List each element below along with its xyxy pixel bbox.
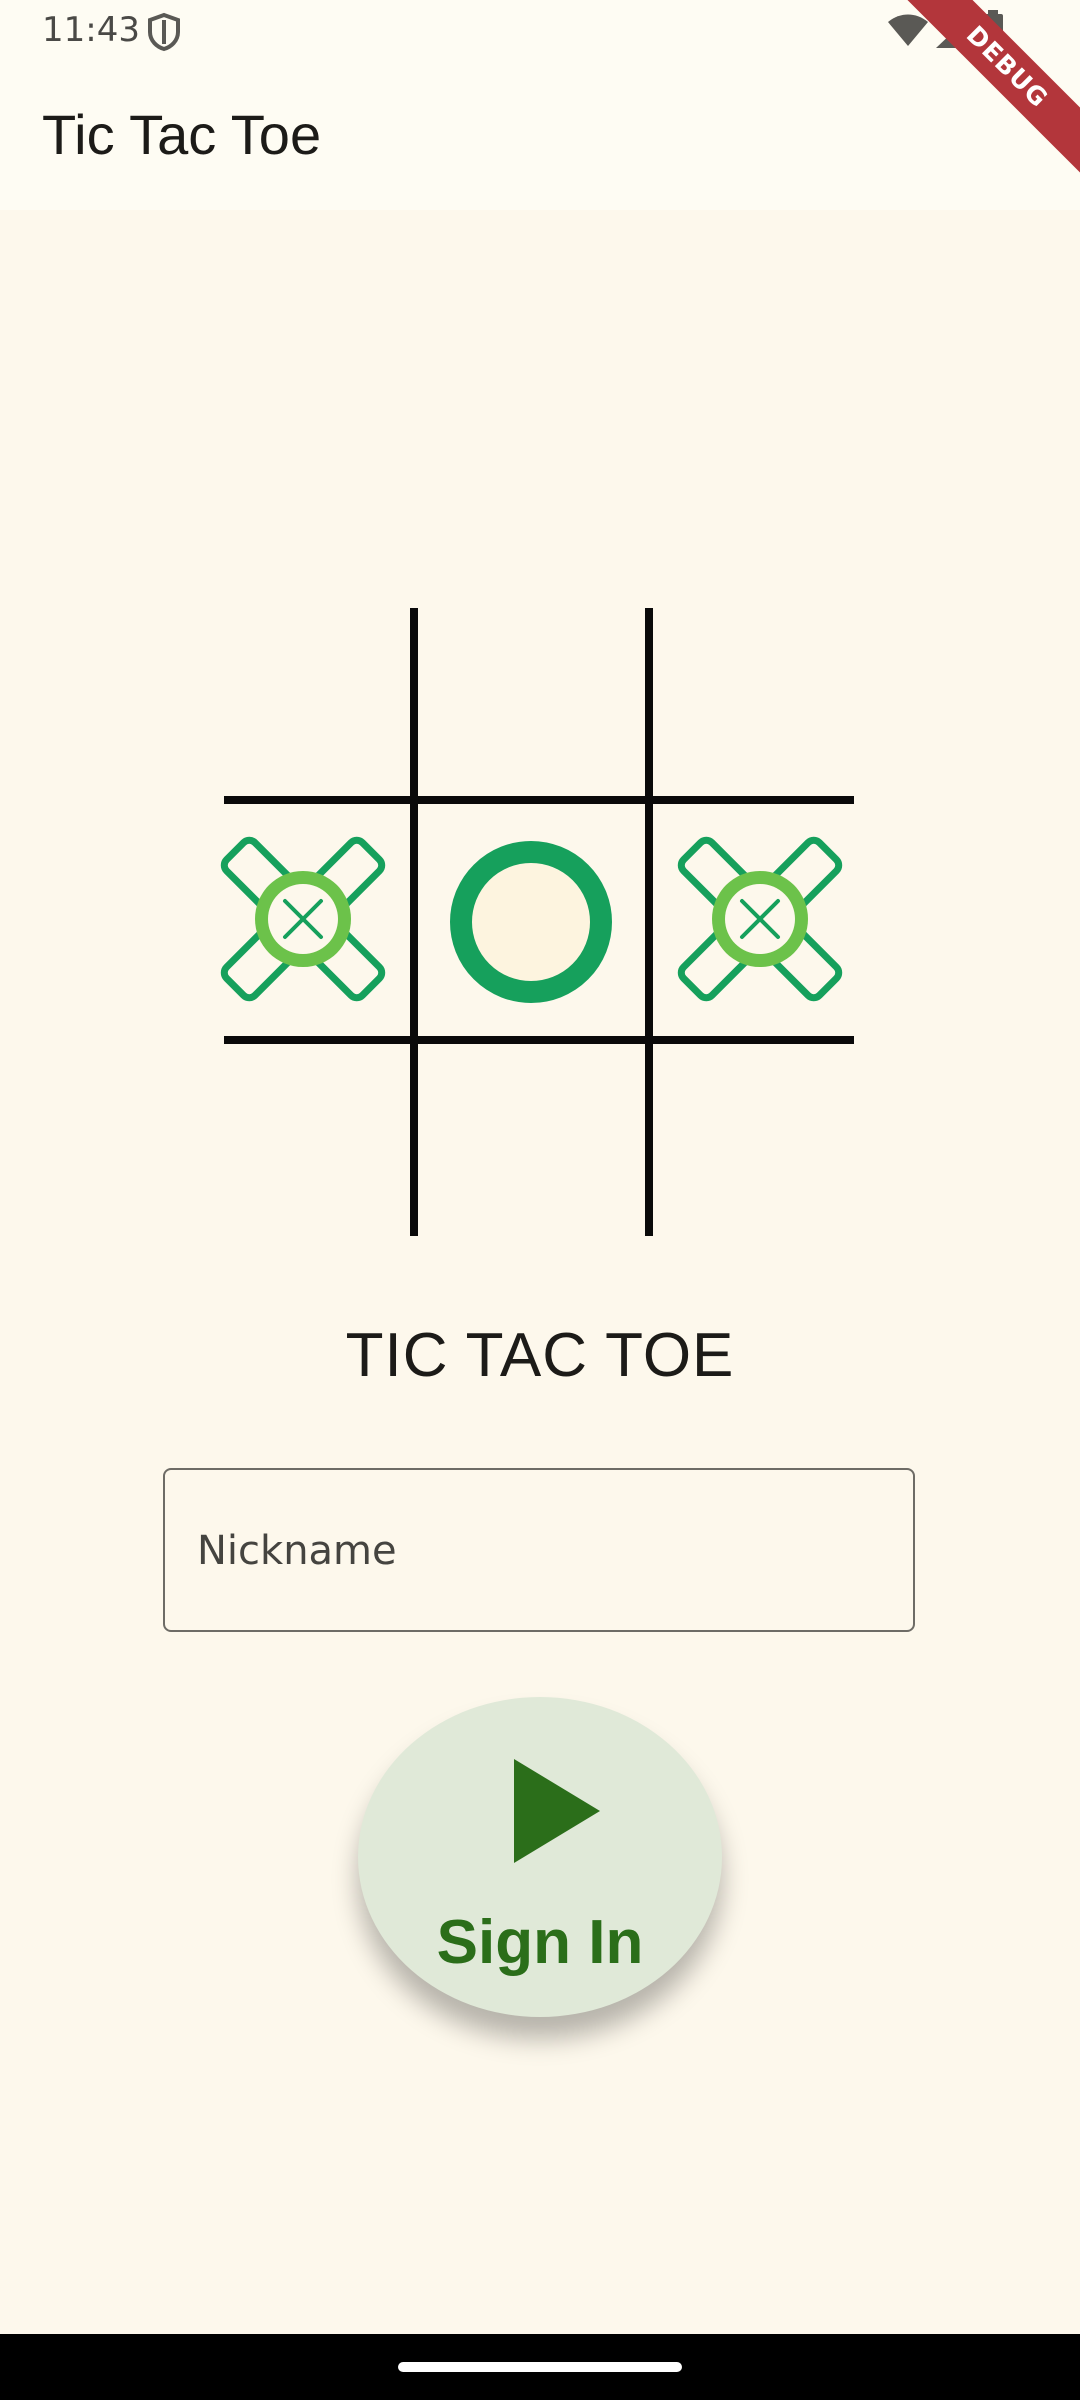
app-title: Tic Tac Toe (42, 103, 322, 166)
x-mark-left (220, 836, 386, 1002)
home-indicator[interactable] (398, 2362, 682, 2372)
battery-icon (983, 10, 1003, 49)
sign-in-button[interactable]: Sign In (358, 1697, 722, 2017)
nickname-field[interactable] (163, 1468, 915, 1632)
game-title: TIC TAC TOE (345, 1321, 735, 1390)
app-bar: Tic Tac Toe (0, 62, 1080, 210)
status-time: 11:43 (42, 10, 140, 50)
status-bar: 11:43 (0, 0, 1080, 62)
system-nav-bar (0, 2334, 1080, 2400)
sign-in-label: Sign In (436, 1908, 644, 1977)
board-illustration (220, 608, 854, 1236)
shield-icon (148, 12, 180, 52)
signal-icon (936, 14, 972, 48)
wifi-icon (888, 14, 928, 46)
nickname-input[interactable] (195, 1470, 889, 1632)
x-mark-right (677, 836, 843, 1002)
o-mark-center (450, 841, 612, 1003)
play-icon (514, 1759, 600, 1863)
